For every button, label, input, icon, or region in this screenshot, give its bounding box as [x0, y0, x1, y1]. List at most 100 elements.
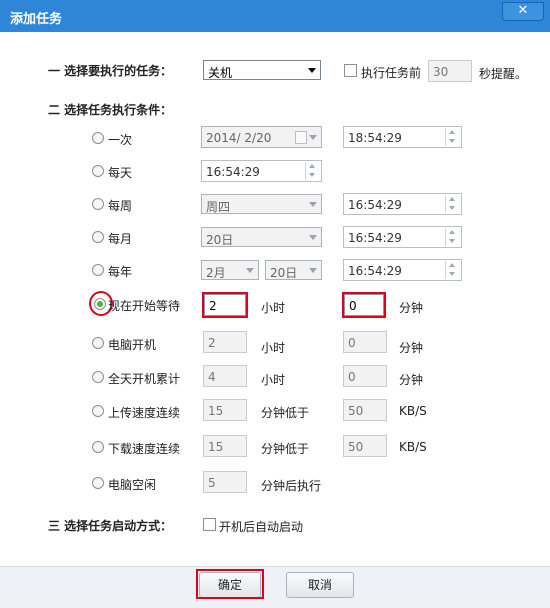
- radio-download[interactable]: [92, 441, 104, 453]
- yearly-month-value: 2月: [206, 266, 226, 280]
- once-time-spinner[interactable]: 18:54:29: [343, 126, 462, 148]
- idle-label: 电脑空闲: [108, 478, 157, 492]
- remind-label: 执行任务前: [361, 66, 422, 80]
- chevron-down-icon: [308, 68, 316, 73]
- monthly-day-select[interactable]: 20日: [201, 227, 322, 247]
- idle-minutes-value: 5: [208, 476, 216, 490]
- wait-label: 现在开始等待: [108, 299, 181, 313]
- uptime-hours-input[interactable]: 4: [203, 365, 247, 387]
- close-icon: ✕: [517, 3, 529, 18]
- radio-monthly[interactable]: [92, 231, 104, 243]
- radio-uptime[interactable]: [92, 371, 104, 383]
- wait-hours-unit: 小时: [261, 301, 286, 315]
- daily-time-value: 16:54:29: [206, 165, 260, 179]
- upload-label: 上传速度连续: [108, 406, 181, 420]
- upload-minutes-value: 15: [208, 404, 224, 418]
- idle-minutes-input[interactable]: 5: [203, 471, 247, 493]
- chevron-down-icon: [246, 268, 254, 273]
- upload-speed-unit: KB/S: [399, 404, 427, 418]
- calendar-icon: [295, 131, 307, 144]
- yearly-day-value: 20日: [270, 266, 298, 280]
- autostart-label: 开机后自动启动: [219, 520, 304, 534]
- yearly-label: 每年: [108, 265, 133, 279]
- once-date-value: 2014/ 2/20: [206, 131, 272, 145]
- chevron-down-icon: [309, 202, 317, 207]
- idle-minutes-unit: 分钟后执行: [261, 479, 322, 493]
- download-speed-unit: KB/S: [399, 440, 427, 454]
- boot-minutes-value: 0: [348, 336, 356, 350]
- window-title: 添加任务: [10, 12, 63, 27]
- autostart-checkbox[interactable]: [203, 518, 216, 531]
- daily-time-spinner[interactable]: 16:54:29: [201, 160, 322, 182]
- weekly-label: 每周: [108, 199, 133, 213]
- radio-idle[interactable]: [92, 477, 104, 489]
- spinner-arrows-icon[interactable]: [305, 162, 320, 180]
- uptime-minutes-input[interactable]: 0: [343, 365, 387, 387]
- section2-label: 二 选择任务执行条件：: [48, 103, 173, 117]
- download-minutes-input[interactable]: 15: [203, 435, 247, 457]
- download-minutes-unit: 分钟低于: [261, 442, 310, 456]
- uptime-hours-value: 4: [208, 370, 216, 384]
- radio-upload[interactable]: [92, 405, 104, 417]
- weekly-time-spinner[interactable]: 16:54:29: [343, 193, 462, 215]
- spinner-arrows-icon[interactable]: [445, 128, 460, 146]
- once-label: 一次: [108, 133, 133, 147]
- uptime-hours-unit: 小时: [261, 373, 286, 387]
- chevron-down-icon: [309, 135, 317, 140]
- uptime-minutes-unit: 分钟: [399, 373, 424, 387]
- remind-suffix: 秒提醒。: [479, 67, 528, 81]
- section1-label: 一 选择要执行的任务：: [48, 64, 173, 78]
- boot-hours-unit: 小时: [261, 341, 286, 355]
- remind-seconds-input[interactable]: 30: [428, 60, 472, 82]
- radio-daily[interactable]: [92, 165, 104, 177]
- uptime-label: 全天开机累计: [108, 372, 181, 386]
- weekly-day-select[interactable]: 周四: [201, 194, 322, 214]
- boot-hours-value: 2: [208, 336, 216, 350]
- spinner-arrows-icon[interactable]: [445, 261, 460, 279]
- highlight-box-hours: [202, 292, 248, 318]
- wait-minutes-unit: 分钟: [399, 301, 424, 315]
- cancel-button[interactable]: 取消: [286, 572, 354, 598]
- monthly-label: 每月: [108, 232, 133, 246]
- spinner-arrows-icon[interactable]: [445, 228, 460, 246]
- download-speed-value: 50: [348, 440, 364, 454]
- remind-checkbox[interactable]: [344, 64, 357, 77]
- boot-label: 电脑开机: [108, 338, 157, 352]
- remind-seconds-value: 30: [433, 65, 449, 79]
- monthly-time-value: 16:54:29: [348, 231, 402, 245]
- dialog-footer: [0, 566, 550, 608]
- section3-label: 三 选择任务启动方式：: [48, 519, 173, 533]
- monthly-day-value: 20日: [206, 233, 234, 247]
- close-button[interactable]: ✕: [502, 2, 544, 21]
- uptime-minutes-value: 0: [348, 370, 356, 384]
- upload-speed-input[interactable]: 50: [343, 399, 387, 421]
- yearly-month-select[interactable]: 2月: [201, 260, 259, 280]
- highlight-box-minutes: [342, 292, 386, 318]
- task-select[interactable]: 关机: [203, 60, 321, 80]
- spinner-arrows-icon[interactable]: [445, 195, 460, 213]
- download-speed-input[interactable]: 50: [343, 435, 387, 457]
- weekly-day-value: 周四: [206, 200, 231, 214]
- download-label: 下载速度连续: [108, 442, 181, 456]
- monthly-time-spinner[interactable]: 16:54:29: [343, 226, 462, 248]
- weekly-time-value: 16:54:29: [348, 198, 402, 212]
- radio-boot[interactable]: [92, 337, 104, 349]
- yearly-time-spinner[interactable]: 16:54:29: [343, 259, 462, 281]
- task-select-value: 关机: [208, 66, 233, 80]
- radio-yearly[interactable]: [92, 264, 104, 276]
- upload-minutes-unit: 分钟低于: [261, 406, 310, 420]
- title-bar: 添加任务 ✕: [0, 0, 550, 32]
- once-time-value: 18:54:29: [348, 131, 402, 145]
- upload-minutes-input[interactable]: 15: [203, 399, 247, 421]
- once-date-picker[interactable]: 2014/ 2/20: [201, 126, 322, 148]
- boot-hours-input[interactable]: 2: [203, 331, 247, 353]
- yearly-day-select[interactable]: 20日: [265, 260, 322, 280]
- upload-speed-value: 50: [348, 404, 364, 418]
- radio-once[interactable]: [92, 132, 104, 144]
- add-task-dialog: 添加任务 ✕ 一 选择要执行的任务： 关机 执行任务前 30 秒提醒。 二 选择…: [0, 0, 550, 608]
- daily-label: 每天: [108, 166, 133, 180]
- boot-minutes-input[interactable]: 0: [343, 331, 387, 353]
- radio-weekly[interactable]: [92, 198, 104, 210]
- boot-minutes-unit: 分钟: [399, 341, 424, 355]
- yearly-time-value: 16:54:29: [348, 264, 402, 278]
